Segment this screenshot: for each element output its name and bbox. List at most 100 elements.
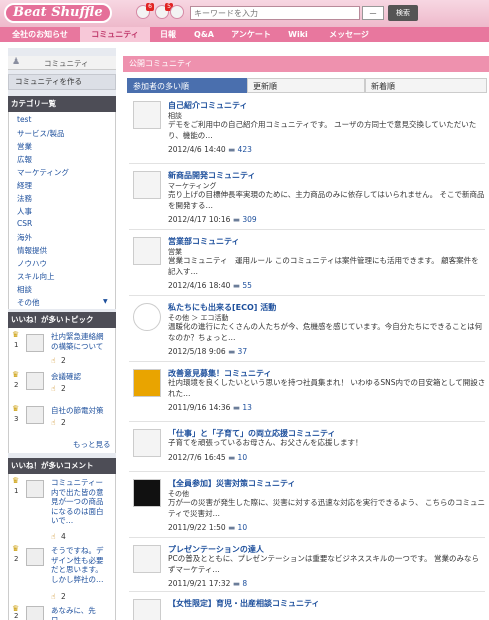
community-entry[interactable]: 【全員参加】災害対策コミュニティ その他 万が一の災害が発生した際に、災害に対する迅…: [123, 476, 489, 538]
thumbs-up-icon: ☝: [51, 356, 56, 365]
divider: [129, 421, 485, 422]
user-notification-icon[interactable]: 6: [136, 3, 154, 19]
category-list: test サービス/製品 営業 広報 マーケティング 経理 法務 人事 CSR …: [8, 112, 116, 309]
category-link[interactable]: 広報: [17, 154, 32, 165]
category-link[interactable]: 法務: [17, 193, 32, 204]
category-link[interactable]: その他: [17, 297, 40, 308]
thumb-children-image[interactable]: [133, 429, 161, 457]
list-item[interactable]: ♛ 1 社内緊急連絡網の構築について ☝ 2: [9, 330, 117, 366]
expand-arrow-icon[interactable]: ▼: [103, 298, 108, 305]
category-link[interactable]: ノウハウ: [17, 258, 47, 269]
community-entry[interactable]: プレゼンテーションの達人 PCの普及とともに、プレゼンテーションは重要なビジネスス…: [123, 542, 489, 592]
thumb-disaster-image[interactable]: [133, 479, 161, 507]
topic-link[interactable]: 会議確認: [51, 372, 109, 382]
nav-wiki[interactable]: Wiki: [282, 27, 314, 42]
list-item[interactable]: ♛ 2 会議確認 ☝ 2: [9, 370, 117, 400]
sidebar: ♟ コミュニティ コミュニティを作る カテゴリー覧 test サービス/製品 営…: [8, 48, 116, 620]
search-scope-select[interactable]: —: [362, 6, 384, 20]
list-item[interactable]: ♛ 2 あなみに、先日…: [9, 604, 117, 620]
community-title-link[interactable]: 新商品開発コミュニティ: [168, 170, 256, 181]
comment-count: 55: [242, 281, 252, 290]
comment-count-icon: ▬: [230, 579, 243, 588]
topics-list: ♛ 1 社内緊急連絡網の構築について ☝ 2 ♛ 2 会議確認 ☝ 2 ♛ 3 …: [8, 328, 116, 453]
comment-count-icon: ▬: [230, 403, 243, 412]
thumb-suggestion-box-image[interactable]: [133, 369, 161, 397]
nav-survey[interactable]: アンケート: [224, 27, 278, 42]
tab-updated[interactable]: 更新順: [247, 78, 365, 93]
comment-link[interactable]: そうですね。デザイン性も必要だと思います。しかし弊社の…: [51, 546, 109, 584]
nav-messages[interactable]: メッセージ: [320, 27, 378, 42]
like-count: 2: [61, 356, 66, 365]
community-entry[interactable]: 私たちにも出来る[ECO] 活動 その他 ＞ エコ活動 温暖化の進行にたくさんの人た…: [123, 300, 489, 362]
app-logo[interactable]: Beat Shuffle: [4, 3, 112, 23]
community-title-link[interactable]: 【女性限定】育児・出産相談コミュニティ: [168, 598, 320, 609]
message-notification-icon[interactable]: 5: [155, 3, 173, 19]
tab-newest[interactable]: 新着順: [365, 78, 487, 93]
community-entry[interactable]: 「仕事」と「子育て」の両立応援コミュニティ 子育てを頑張っているお母さん、お父さん…: [123, 426, 489, 472]
thumb-presentation-image[interactable]: [133, 545, 161, 573]
search-input[interactable]: [190, 6, 360, 20]
category-link[interactable]: 情報提供: [17, 245, 47, 256]
thumb-eco-image[interactable]: [133, 303, 161, 331]
nav-daily-report[interactable]: 日報: [152, 27, 184, 42]
community-title-link[interactable]: 【全員参加】災害対策コミュニティ: [168, 478, 296, 489]
list-item[interactable]: ♛ 3 自社の節電対策 ☝ 2: [9, 404, 117, 434]
community-entry[interactable]: 自己紹介コミュニティ 相談 デモをご利用中の自己紹介用コミュニティです。 ユーザの方…: [123, 98, 489, 164]
category-link[interactable]: マーケティング: [17, 167, 69, 178]
list-item[interactable]: ♛ 2 そうですね。デザイン性も必要だと思います。しかし弊社の… ☝ 2: [9, 544, 117, 602]
community-title-link[interactable]: 私たちにも出来る[ECO] 活動: [168, 302, 276, 313]
nav-announcements[interactable]: 全社のお知らせ: [4, 27, 76, 42]
category-link[interactable]: 相談: [17, 284, 32, 295]
comment-link[interactable]: コミュニティー内で出た皆の意見が一つの商品になるのは面白いで…: [51, 478, 109, 526]
category-link[interactable]: test: [17, 115, 31, 124]
rank-number: 1: [14, 341, 19, 349]
topic-link[interactable]: 自社の節電対策: [51, 406, 109, 416]
community-description: 社内環境を良くしたいという思いを持つ社員集まれ！ いわゆるSNS内での目安箱とし…: [168, 378, 486, 398]
updated-date: 2012/5/18 9:06: [168, 347, 226, 356]
thumb-mascot-image[interactable]: [133, 101, 161, 129]
nav-qa[interactable]: Q&A: [188, 27, 220, 42]
community-description: 温暖化の進行にたくさんの人たちが今、危機感を感じています。今自分たちにできること…: [168, 322, 483, 342]
category-link[interactable]: 海外: [17, 232, 32, 243]
category-link[interactable]: CSR: [17, 219, 32, 228]
settings-icon[interactable]: [170, 5, 184, 19]
updated-date: 2011/9/22 1:50: [168, 523, 226, 532]
community-title-link[interactable]: 営業部コミュニティ: [168, 236, 240, 247]
tab-most-members[interactable]: 参加者の多い順: [127, 78, 247, 93]
list-item[interactable]: ♛ 1 コミュニティー内で出た皆の意見が一つの商品になるのは面白いで… ☝ 4: [9, 476, 117, 542]
rank-number: 2: [14, 381, 19, 389]
divider: [129, 295, 485, 296]
community-entry[interactable]: 改善意見募集！コミュニティ 社内環境を良くしたいという思いを持つ社員集まれ！ いわ…: [123, 366, 489, 422]
comment-link[interactable]: あなみに、先日…: [51, 606, 109, 620]
crown-icon: ♛: [12, 404, 20, 413]
thumb-meeting-image[interactable]: [133, 237, 161, 265]
community-title-link[interactable]: 自己紹介コミュニティ: [168, 100, 248, 111]
community-entry[interactable]: 新商品開発コミュニティ マーケティング 売り上げの目標伸長率実現のために、主力商品の…: [123, 168, 489, 230]
avatar: [26, 406, 44, 424]
community-description: 万が一の災害が発生した際に、災害に対する迅速な対応を実行できるよう、 こちらのコ…: [168, 498, 486, 518]
avatar: [26, 548, 44, 566]
comment-count: 13: [242, 403, 252, 412]
category-link[interactable]: スキル向上: [17, 271, 55, 282]
comment-count: 10: [237, 523, 248, 532]
nav-community[interactable]: コミュニティ: [80, 27, 150, 42]
category-link[interactable]: 経理: [17, 180, 32, 191]
community-entry[interactable]: 【女性限定】育児・出産相談コミュニティ: [123, 596, 489, 620]
category-link[interactable]: 人事: [17, 206, 32, 217]
more-link[interactable]: もっと見る: [73, 439, 111, 450]
divider: [129, 591, 485, 592]
category-heading: カテゴリー覧: [8, 96, 116, 112]
community-entry[interactable]: 営業部コミュニティ 営業 営業コミュニティ 運用ルール このコミュニティは案件管理に…: [123, 234, 489, 296]
comment-count-icon: ▬: [230, 215, 243, 224]
thumb-product-image[interactable]: [133, 171, 161, 199]
section-header: 公開コミュニティ: [123, 56, 489, 72]
comment-count-icon: ▬: [225, 523, 238, 532]
thumb-baby-image[interactable]: [133, 599, 161, 620]
search-button[interactable]: 検索: [388, 5, 418, 21]
category-link[interactable]: サービス/製品: [17, 128, 65, 139]
create-community-button[interactable]: コミュニティを作る: [8, 74, 116, 90]
comment-count-icon: ▬: [225, 145, 238, 154]
category-link[interactable]: 営業: [17, 141, 32, 152]
topic-link[interactable]: 社内緊急連絡網の構築について: [51, 332, 109, 351]
community-meta: 2011/9/21 17:32 ▬ 8: [168, 579, 247, 588]
